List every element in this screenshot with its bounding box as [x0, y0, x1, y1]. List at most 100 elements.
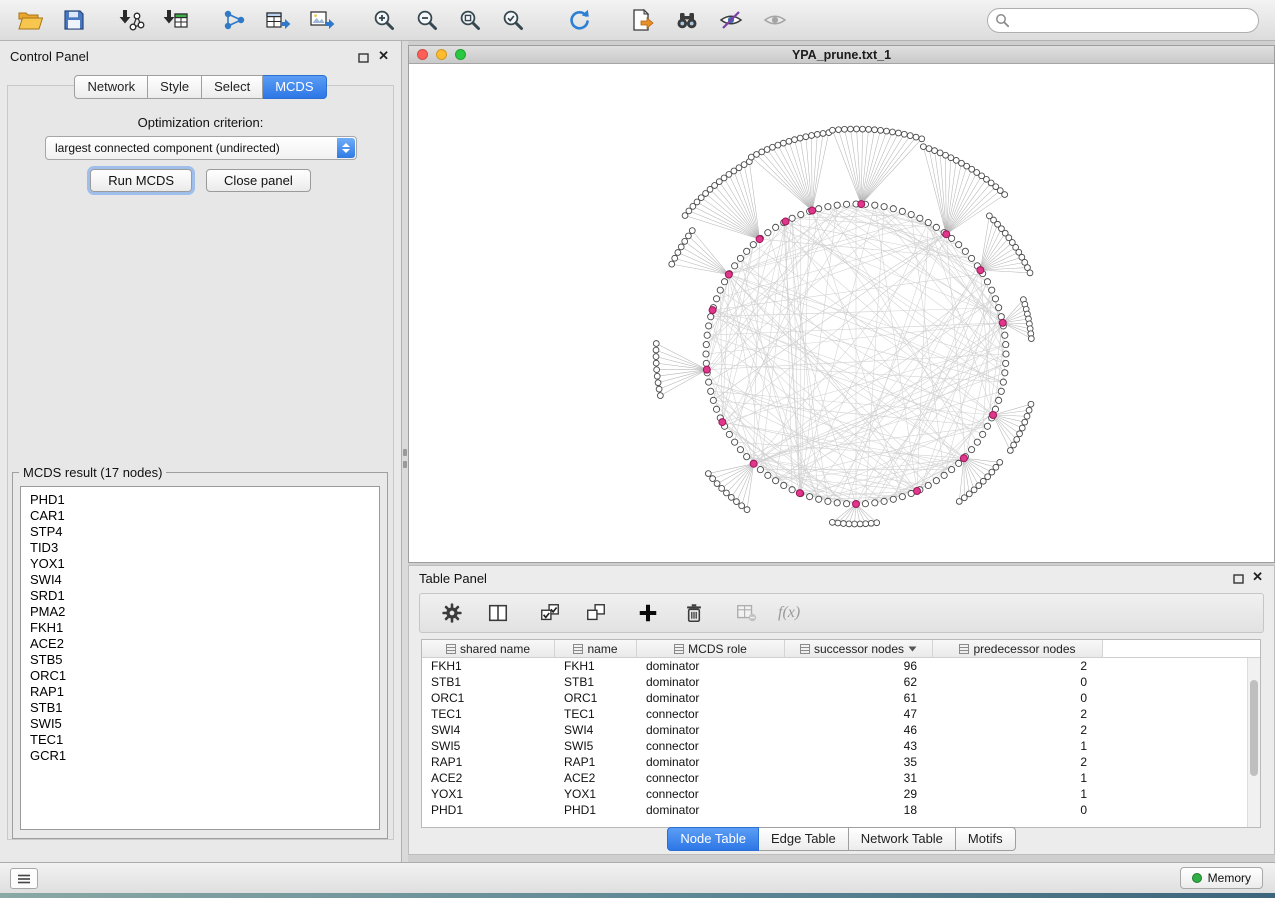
sort-direction-icon	[908, 646, 917, 652]
search-network-button[interactable]	[669, 4, 705, 36]
deselect-all-button[interactable]	[578, 597, 614, 629]
close-panel-button[interactable]: Close panel	[206, 169, 311, 192]
float-table-panel-icon[interactable]	[1233, 572, 1244, 587]
table-row[interactable]: FKH1FKH1dominator962	[422, 658, 1260, 674]
table-scrollbar-thumb[interactable]	[1250, 680, 1258, 776]
table-settings-button[interactable]	[434, 597, 470, 629]
sort-icon	[573, 644, 583, 654]
select-all-button[interactable]	[532, 597, 568, 629]
refresh-view-button[interactable]	[561, 4, 597, 36]
open-session-button[interactable]	[12, 4, 48, 36]
memory-button[interactable]: Memory	[1180, 867, 1263, 889]
table-row[interactable]: SWI5SWI5connector431	[422, 738, 1260, 754]
zoom-out-button[interactable]	[409, 4, 445, 36]
mcds-result-item[interactable]: SWI4	[30, 572, 379, 588]
mcds-result-item[interactable]: SWI5	[30, 716, 379, 732]
mcds-result-item[interactable]: CAR1	[30, 508, 379, 524]
show-columns-button[interactable]	[480, 597, 516, 629]
column-header-label: name	[587, 642, 617, 656]
zoom-fit-button[interactable]	[452, 4, 488, 36]
mcds-result-item[interactable]: GCR1	[30, 748, 379, 764]
mcds-result-list[interactable]: PHD1CAR1STP4TID3YOX1SWI4SRD1PMA2FKH1ACE2…	[20, 486, 380, 830]
function-builder-label: f(x)	[778, 604, 800, 622]
table-scrollbar[interactable]	[1247, 658, 1260, 827]
network-window-title: YPA_prune.txt_1	[409, 48, 1274, 62]
table-row[interactable]: SWI4SWI4dominator462	[422, 722, 1260, 738]
splitter-grip[interactable]	[403, 449, 407, 456]
close-table-panel-icon[interactable]: ✕	[1252, 571, 1263, 583]
network-canvas[interactable]	[409, 64, 1274, 562]
tab-edge-table[interactable]: Edge Table	[759, 827, 849, 851]
tab-network[interactable]: Network	[74, 75, 148, 99]
mcds-result-item[interactable]: STB5	[30, 652, 379, 668]
deselect-all-icon	[584, 602, 608, 624]
import-network-icon	[119, 8, 145, 32]
column-header-name[interactable]: name	[555, 640, 637, 657]
mcds-result-item[interactable]: RAP1	[30, 684, 379, 700]
mcds-result-item[interactable]: STP4	[30, 524, 379, 540]
criterion-dropdown[interactable]: largest connected component (undirected)	[45, 136, 357, 160]
column-header-shared-name[interactable]: shared name	[422, 640, 555, 657]
table-cell: 0	[933, 802, 1103, 818]
save-session-button[interactable]	[56, 4, 92, 36]
export-network-button[interactable]	[625, 4, 661, 36]
table-cell: 1	[933, 738, 1103, 754]
export-image-button[interactable]	[304, 4, 340, 36]
table-cell: ACE2	[555, 770, 637, 786]
column-header-mcds-role[interactable]: MCDS role	[637, 640, 785, 657]
tab-node-table[interactable]: Node Table	[667, 827, 759, 851]
network-canvas-svg	[409, 64, 1274, 562]
table-row[interactable]: RAP1RAP1dominator352	[422, 754, 1260, 770]
export-document-icon	[630, 8, 656, 32]
table-row[interactable]: STB1STB1dominator620	[422, 674, 1260, 690]
show-graphics-button[interactable]	[757, 4, 793, 36]
close-panel-icon[interactable]: ✕	[378, 50, 389, 62]
tab-mcds[interactable]: MCDS	[263, 75, 326, 99]
zoom-in-button[interactable]	[366, 4, 402, 36]
right-area: YPA_prune.txt_1 Table Panel ✕	[408, 41, 1275, 862]
delete-column-button[interactable]	[676, 597, 712, 629]
mcds-result-item[interactable]: TEC1	[30, 732, 379, 748]
show-panels-button[interactable]	[10, 868, 38, 889]
export-table-button[interactable]	[260, 4, 296, 36]
table-row[interactable]: YOX1YOX1connector291	[422, 786, 1260, 802]
import-network-button[interactable]	[114, 4, 150, 36]
add-column-button[interactable]	[630, 597, 666, 629]
mcds-result-item[interactable]: FKH1	[30, 620, 379, 636]
tab-motifs[interactable]: Motifs	[956, 827, 1016, 851]
mcds-result-item[interactable]: PMA2	[30, 604, 379, 620]
new-network-button[interactable]	[216, 4, 252, 36]
mcds-result-item[interactable]: STB1	[30, 700, 379, 716]
table-row[interactable]: ACE2ACE2connector311	[422, 770, 1260, 786]
table-row[interactable]: ORC1ORC1dominator610	[422, 690, 1260, 706]
column-header-label: MCDS role	[688, 642, 747, 656]
sort-icon	[959, 644, 969, 654]
splitter-grip[interactable]	[403, 461, 407, 468]
mcds-result-item[interactable]: ORC1	[30, 668, 379, 684]
search-input[interactable]	[987, 8, 1259, 33]
table-row[interactable]: TEC1TEC1connector472	[422, 706, 1260, 722]
mcds-result-item[interactable]: TID3	[30, 540, 379, 556]
mcds-result-item[interactable]: YOX1	[30, 556, 379, 572]
tab-style[interactable]: Style	[148, 75, 202, 99]
run-mcds-button[interactable]: Run MCDS	[90, 169, 192, 192]
zoom-selected-icon	[501, 8, 525, 32]
column-header-successor-nodes[interactable]: successor nodes	[785, 640, 933, 657]
table-cell: SWI5	[555, 738, 637, 754]
table-cell: 43	[785, 738, 933, 754]
tab-select[interactable]: Select	[202, 75, 263, 99]
tab-network-table[interactable]: Network Table	[849, 827, 956, 851]
column-header-predecessor-nodes[interactable]: predecessor nodes	[933, 640, 1103, 657]
table-cell: 2	[933, 722, 1103, 738]
hide-graphics-button[interactable]	[713, 4, 749, 36]
zoom-selected-button[interactable]	[495, 4, 531, 36]
table-cell: ACE2	[422, 770, 555, 786]
mcds-result-item[interactable]: ACE2	[30, 636, 379, 652]
network-window-titlebar[interactable]: YPA_prune.txt_1	[409, 46, 1274, 64]
mcds-result-item[interactable]: SRD1	[30, 588, 379, 604]
import-table-button[interactable]	[158, 4, 194, 36]
table-row[interactable]: PHD1PHD1dominator180	[422, 802, 1260, 818]
float-panel-icon[interactable]	[358, 51, 369, 66]
save-floppy-icon	[63, 9, 85, 31]
mcds-result-item[interactable]: PHD1	[30, 492, 379, 508]
